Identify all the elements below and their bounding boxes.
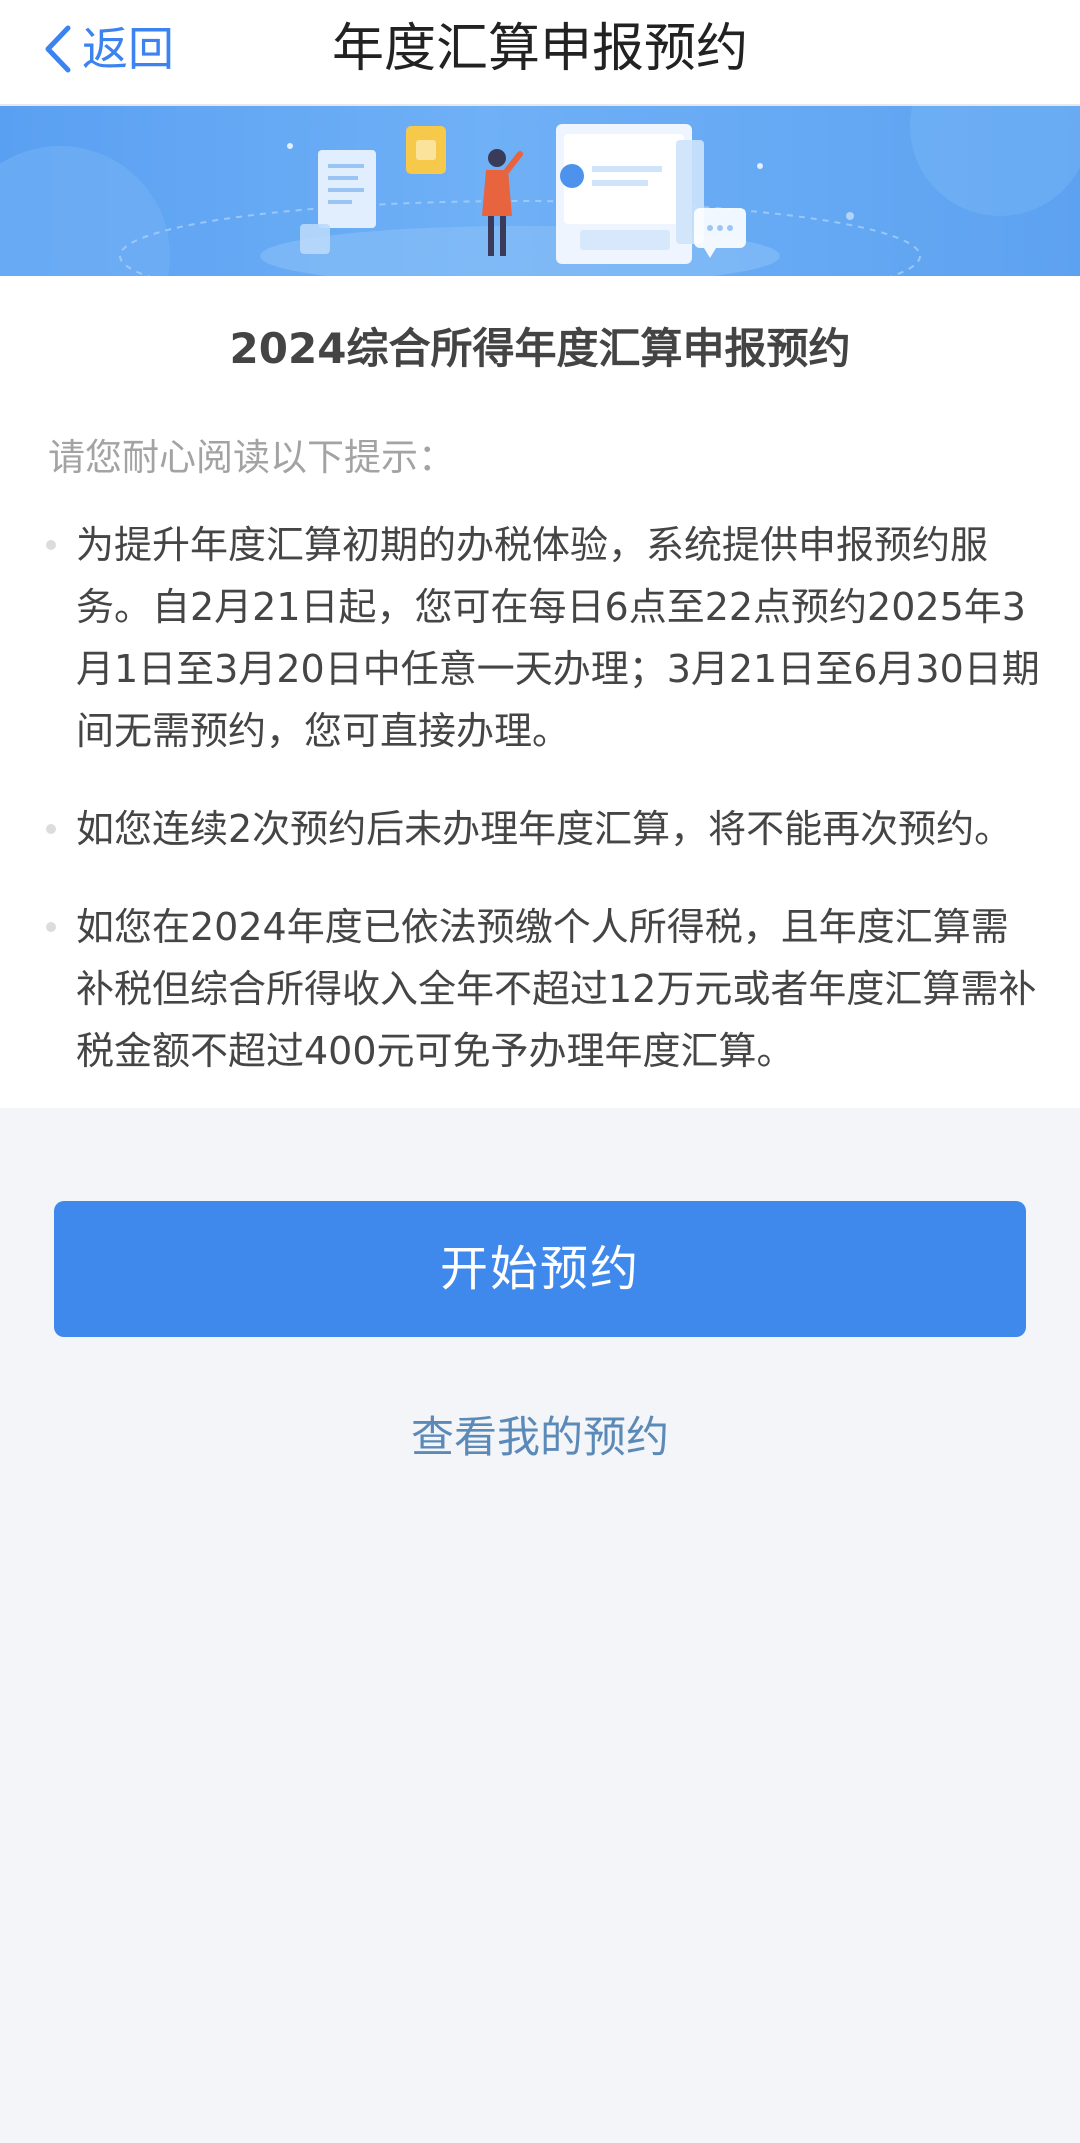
list-item: 为提升年度汇算初期的办税体验，系统提供申报预约服务。自2月21日起，您可在每日6… xyxy=(0,514,1080,762)
notice-text: 如您在2024年度已依法预缴个人所得税，且年度汇算需补税但综合所得收入全年不超过… xyxy=(76,905,1037,1073)
view-my-reservations-link[interactable]: 查看我的预约 xyxy=(0,1408,1080,1468)
notice-list: 为提升年度汇算初期的办税体验，系统提供申报预约服务。自2月21日起，您可在每日6… xyxy=(0,514,1080,1118)
banner xyxy=(0,106,1080,276)
section-title: 2024综合所得年度汇算申报预约 xyxy=(229,324,851,373)
page-title: 年度汇算申报预约 xyxy=(331,19,748,79)
start-reservation-button[interactable]: 开始预约 xyxy=(54,1201,1026,1337)
notice-card: 2024综合所得年度汇算申报预约 请您耐心阅读以下提示： 为提升年度汇算初期的办… xyxy=(0,276,1080,1108)
document-icon xyxy=(318,150,376,228)
list-item: 如您在2024年度已依法预缴个人所得税，且年度汇算需补税但综合所得收入全年不超过… xyxy=(0,896,1080,1082)
bullet-dot-icon xyxy=(46,922,56,932)
bullet-dot-icon xyxy=(46,824,56,834)
notice-text: 为提升年度汇算初期的办税体验，系统提供申报预约服务。自2月21日起，您可在每日6… xyxy=(76,523,1040,753)
notice-text: 如您连续2次预约后未办理年度汇算，将不能再次预约。 xyxy=(76,807,1013,851)
list-item: 如您连续2次预约后未办理年度汇算，将不能再次预约。 xyxy=(0,798,1080,860)
reading-hint: 请您耐心阅读以下提示： xyxy=(48,436,455,479)
navigation-bar: 返回 年度汇算申报预约 xyxy=(0,0,1080,106)
screen-card xyxy=(556,124,692,264)
bullet-dot-icon xyxy=(46,540,56,550)
banner-illustration xyxy=(0,106,1080,276)
